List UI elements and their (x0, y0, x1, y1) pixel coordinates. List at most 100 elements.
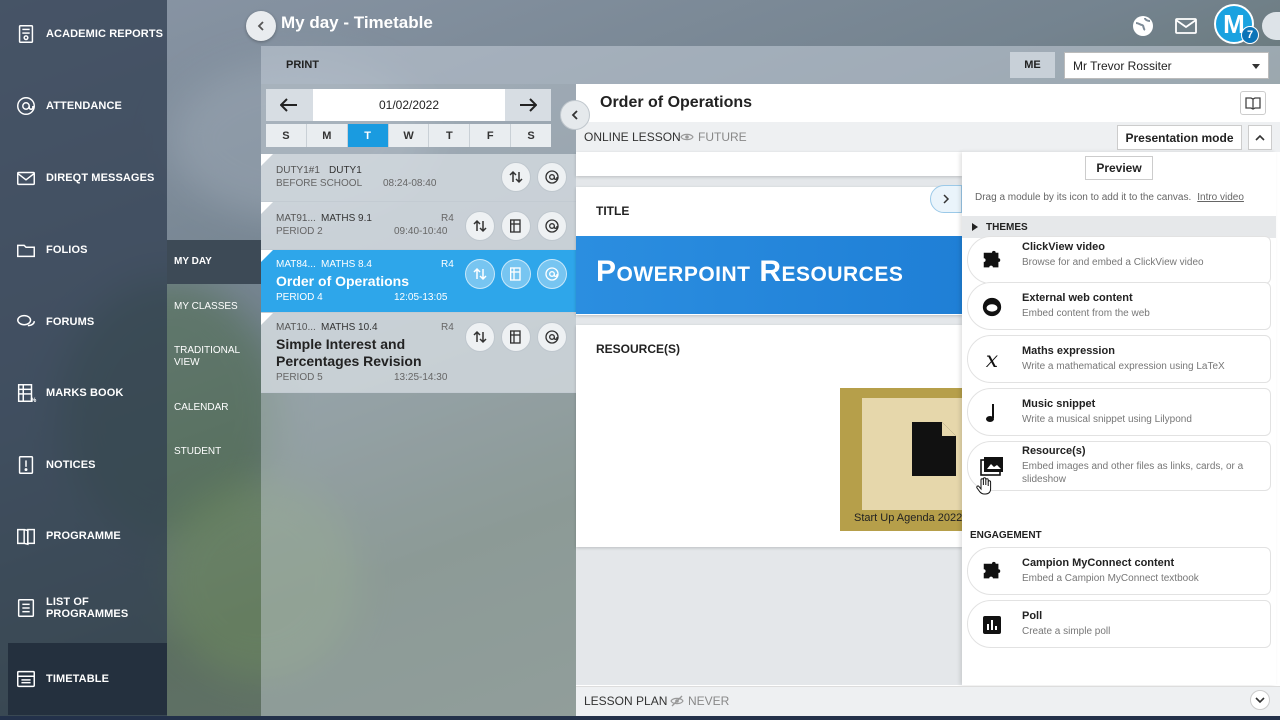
preview-button[interactable]: Preview (1085, 156, 1153, 180)
marks-icon (510, 267, 521, 281)
subnav-calendar[interactable]: CALENDAR (167, 402, 261, 414)
drawer-toggle[interactable] (1262, 12, 1280, 40)
hand-cursor-icon (976, 477, 992, 500)
eye-off-icon (670, 695, 684, 707)
module-desc: Create a simple poll (1022, 626, 1111, 637)
nav-programme[interactable]: PROGRAMME (8, 506, 167, 566)
subnav-my-day[interactable]: MY DAY (167, 240, 261, 284)
engagement-heading: ENGAGEMENT (970, 530, 1042, 541)
arrow-left-icon (280, 98, 297, 112)
attendance-button[interactable] (537, 259, 567, 289)
swap-button[interactable] (465, 322, 495, 352)
module-music-snippet[interactable]: Music snippet Write a musical snippet us… (967, 388, 1271, 436)
lesson-type: ONLINE LESSON (584, 130, 681, 144)
marks-icon (510, 219, 521, 233)
marks-icon: % (14, 381, 38, 405)
module-campion-myconnect[interactable]: Campion MyConnect content Embed a Campio… (967, 547, 1271, 595)
nav-attendance[interactable]: ATTENDANCE (8, 76, 167, 136)
lesson-period: PERIOD 2 (276, 226, 323, 237)
print-button[interactable]: PRINT (286, 59, 319, 71)
nav-list-of-programmes[interactable]: LIST OF PROGRAMMES (8, 578, 167, 638)
attendance-button[interactable] (537, 322, 567, 352)
lesson-code: MAT10... (276, 322, 316, 333)
nav-marks-book[interactable]: % MARKS BOOK (8, 363, 167, 423)
collapse-timetable-button[interactable] (560, 100, 590, 130)
nav-label: FORUMS (46, 316, 95, 328)
music-note-icon (980, 401, 1004, 425)
document-icon (912, 422, 956, 476)
day-wednesday[interactable]: W (388, 124, 430, 147)
day-friday[interactable]: F (470, 124, 512, 147)
module-maths-expression[interactable]: x Maths expression Write a mathematical … (967, 335, 1271, 383)
swap-button[interactable] (465, 259, 495, 289)
expand-panel-button[interactable] (930, 185, 962, 213)
expand-lesson-plan-button[interactable] (1250, 690, 1270, 710)
swap-button[interactable] (501, 162, 531, 192)
module-poll[interactable]: Poll Create a simple poll (967, 600, 1271, 648)
swap-button[interactable] (465, 211, 495, 241)
timetable-subnav: MY DAY MY CLASSES TRADITIONAL VIEW CALEN… (167, 240, 261, 720)
swap-icon (473, 219, 487, 233)
module-clickview[interactable]: ClickView video Browse for and embed a C… (967, 236, 1271, 284)
attendance-button[interactable] (537, 162, 567, 192)
nav-timetable[interactable]: TIMETABLE (8, 643, 167, 715)
next-date-button[interactable] (505, 89, 551, 121)
lesson-row-selected[interactable]: MAT84... MATHS 8.4 R4 Order of Operation… (261, 250, 576, 313)
lesson-room: R4 (441, 259, 454, 270)
book-button[interactable] (1240, 91, 1266, 115)
globe-button[interactable] (1126, 9, 1160, 43)
caret-down-icon (1252, 64, 1260, 69)
day-saturday[interactable]: S (511, 124, 552, 147)
module-resources[interactable]: Resource(s) Embed images and other files… (967, 441, 1271, 491)
at-icon (14, 94, 38, 118)
image-gallery-icon (980, 454, 1004, 478)
marks-icon (510, 330, 521, 344)
lesson-title: Simple Interest and Percentages Revision (276, 336, 422, 369)
day-thursday[interactable]: T (429, 124, 471, 147)
visibility-status[interactable]: FUTURE (680, 130, 747, 144)
module-external-web[interactable]: External web content Embed content from … (967, 282, 1271, 330)
lesson-row[interactable]: DUTY1#1 DUTY1 BEFORE SCHOOL 08:24-08:40 (261, 154, 576, 202)
nav-direqt-messages[interactable]: DIREQT MESSAGES (8, 148, 167, 208)
lesson-subject: MATHS 8.4 (321, 259, 372, 270)
lesson-time: 09:40-10:40 (394, 226, 448, 237)
teacher-select[interactable]: Mr Trevor Rossiter (1064, 52, 1269, 79)
lesson-row[interactable]: MAT10... MATHS 10.4 R4 Simple Interest a… (261, 313, 576, 393)
nav-notices[interactable]: NOTICES (8, 435, 167, 495)
lesson-code: DUTY1#1 (276, 165, 320, 176)
lesson-plan-visibility[interactable]: NEVER (670, 694, 729, 708)
subnav-student[interactable]: STUDENT (167, 446, 261, 458)
day-monday[interactable]: M (306, 124, 348, 147)
day-tuesday[interactable]: T (347, 124, 389, 147)
arrow-right-icon (520, 98, 537, 112)
swap-icon (509, 170, 523, 184)
lesson-row[interactable]: MAT91... MATHS 9.1 R4 PERIOD 2 09:40-10:… (261, 202, 576, 250)
subnav-traditional-view[interactable]: TRADITIONAL VIEW (167, 345, 247, 369)
day-sunday[interactable]: S (266, 124, 307, 147)
mail-button[interactable] (1169, 9, 1203, 43)
marks-button[interactable] (501, 259, 531, 289)
nav-label: PROGRAMME (46, 530, 121, 542)
date-display[interactable]: 01/02/2022 (313, 89, 505, 121)
subnav-my-classes[interactable]: MY CLASSES (167, 301, 261, 313)
module-title: Resource(s) (1022, 445, 1086, 457)
marks-button[interactable] (501, 322, 531, 352)
collapse-up-button[interactable] (1248, 125, 1272, 150)
attendance-button[interactable] (537, 211, 567, 241)
themes-section[interactable]: THEMES (962, 216, 1276, 238)
nav-folios[interactable]: FOLIOS (8, 220, 167, 280)
prev-date-button[interactable] (266, 89, 312, 121)
nav-forums[interactable]: FORUMS (8, 292, 167, 352)
lesson-code: MAT84... (276, 259, 316, 270)
me-button[interactable]: ME (1010, 52, 1055, 78)
chevron-down-icon (1255, 697, 1265, 704)
nav-label: FOLIOS (46, 244, 88, 256)
chevron-left-icon (571, 110, 578, 120)
nav-academic-reports[interactable]: ACADEMIC REPORTS (8, 4, 167, 64)
presentation-mode-button[interactable]: Presentation mode (1117, 125, 1242, 150)
marks-button[interactable] (501, 211, 531, 241)
intro-video-link[interactable]: Intro video (1197, 192, 1244, 203)
lesson-period: PERIOD 4 (276, 292, 323, 303)
nav-label: NOTICES (46, 459, 96, 471)
back-button[interactable] (246, 11, 276, 41)
